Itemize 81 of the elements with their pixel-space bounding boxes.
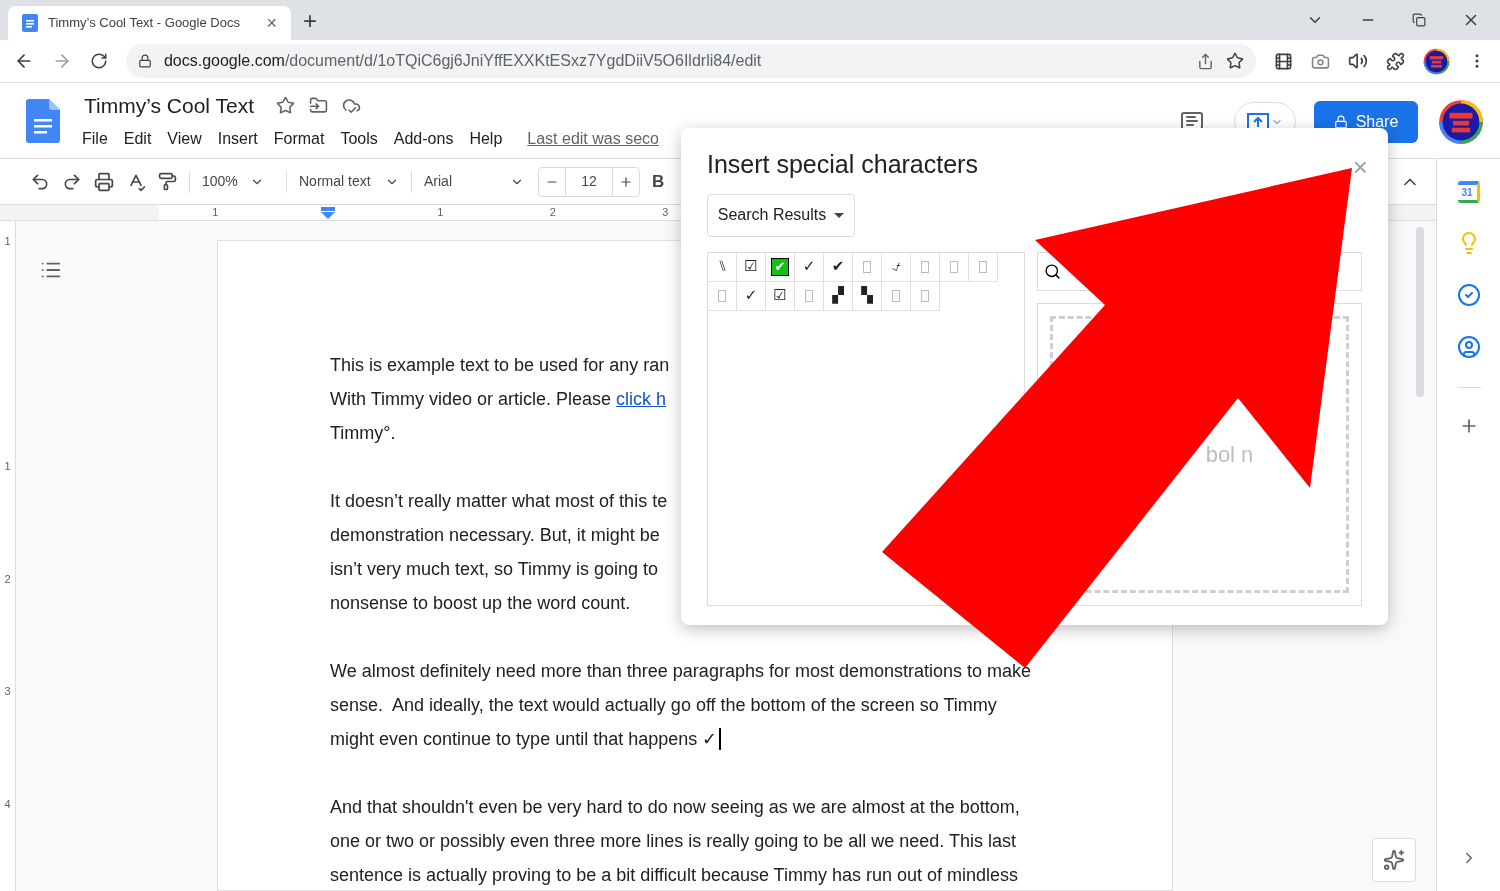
speaker-icon[interactable] — [1348, 51, 1368, 71]
style-dropdown[interactable]: Normal text — [299, 171, 399, 192]
undo-icon[interactable] — [30, 171, 50, 192]
redo-icon[interactable] — [62, 171, 82, 192]
character-tile[interactable]: ✓ — [744, 288, 758, 303]
category-dropdown[interactable]: Search Results — [707, 193, 855, 237]
ruler-number: 1 — [4, 234, 11, 249]
bookmark-star-icon[interactable] — [1226, 52, 1244, 70]
print-icon[interactable] — [94, 171, 114, 192]
ruler-number: 3 — [4, 684, 11, 699]
explore-button[interactable] — [1372, 838, 1416, 882]
docs-tab-icon — [22, 14, 38, 32]
share-page-icon[interactable] — [1197, 52, 1214, 70]
menu-item[interactable]: File — [82, 127, 108, 152]
ruler-number: 1 — [436, 205, 445, 221]
docs-logo-icon[interactable] — [26, 98, 60, 143]
body-text: With Timmy video or article. Please — [330, 387, 613, 411]
bold-button[interactable]: B — [652, 168, 665, 195]
character-tile[interactable]: ⍻ — [892, 259, 900, 274]
browser-tab[interactable]: Timmy’s Cool Text - Google Docs × — [8, 6, 291, 40]
menu-item[interactable]: Add-ons — [393, 127, 454, 152]
extensions-icon[interactable] — [1386, 51, 1405, 71]
ruler-number: 2 — [548, 205, 557, 221]
ruler-number: 1 — [211, 205, 220, 221]
body-text: one or two or possibly even three more lines is really going to be all we need. This last — [330, 829, 1017, 853]
scrollbar-thumb[interactable] — [1416, 227, 1424, 397]
body-text: might even continue to type until that happens ✓ — [330, 727, 718, 751]
search-icon — [1044, 262, 1061, 280]
document-title[interactable]: Timmy’s Cool Text — [84, 89, 254, 122]
zoom-dropdown[interactable]: 100% — [202, 171, 274, 192]
url-text: docs.google.com/document/d/1oTQiC6gj6JniYffEXXKtESxz7YgdDiiV5O6Ildrli84/edit — [163, 51, 763, 71]
menu-item[interactable]: Format — [273, 127, 325, 152]
explore-icon — [1383, 849, 1405, 871]
character-tile[interactable]: ✓ — [802, 259, 816, 274]
contacts-icon[interactable] — [1456, 335, 1481, 359]
text-link[interactable]: click h — [616, 385, 667, 413]
body-text: nonsense to boost up the word count. — [330, 591, 631, 615]
ruler-number: 3 — [661, 205, 670, 221]
restore-icon[interactable] — [1412, 13, 1426, 27]
tab-title: Timmy’s Cool Text - Google Docs — [48, 14, 241, 33]
address-field[interactable]: docs.google.com/document/d/1oTQiC6gj6JniYffEXXKtESxz7YgdDiiV5O6Ildrli84/edit — [125, 44, 1256, 78]
body-text: We almost definitely need more than three paragraphs for most demonstrations to make — [330, 659, 1032, 683]
tab-close-button[interactable]: × — [266, 14, 277, 32]
menu-item[interactable]: Edit — [123, 127, 152, 152]
dialog-title: Insert special characters — [707, 149, 978, 180]
character-tile[interactable]: ▚ — [861, 288, 873, 303]
camera-icon[interactable] — [1311, 51, 1330, 71]
ruler-number: 1 — [4, 459, 11, 474]
font-dropdown[interactable]: Arial — [424, 171, 524, 192]
character-tile[interactable]: ⑊ — [717, 259, 727, 274]
reload-icon[interactable] — [89, 52, 108, 70]
body-text: It doesn’t really matter what most of this te — [330, 489, 668, 513]
body-text: sense. And ideally, the text would actually go off the bottom of the screen so Timmy — [330, 693, 997, 717]
cloud-check-icon[interactable] — [342, 96, 361, 115]
last-edit-link[interactable]: Last edit was seco — [527, 127, 659, 152]
indent-marker-icon[interactable] — [320, 206, 335, 219]
menu-item[interactable]: Help — [469, 127, 503, 152]
body-text: demonstration necessary. But, it might be — [330, 523, 660, 547]
tasks-icon[interactable] — [1456, 283, 1481, 307]
lock-icon — [137, 54, 152, 68]
character-tile[interactable]: ☑ — [744, 259, 758, 274]
character-tile[interactable]: ✔ — [831, 259, 845, 274]
new-tab-button[interactable]: + — [303, 9, 317, 33]
character-tile[interactable]: ☑ — [773, 288, 787, 303]
drawing-hint: bol n — [1205, 440, 1254, 469]
body-text: Timmy°. — [330, 421, 396, 445]
paint-format-icon[interactable] — [158, 172, 177, 191]
body-text: This is example text to be used for any ran — [330, 353, 670, 377]
ruler-number: 4 — [4, 796, 11, 812]
calendar-icon[interactable]: 31 — [1457, 181, 1480, 203]
caret-icon — [834, 212, 845, 218]
star-icon[interactable] — [276, 96, 295, 115]
menu-item[interactable]: Tools — [340, 127, 378, 152]
character-tile[interactable]: ▞ — [832, 288, 844, 303]
menu-item[interactable]: View — [167, 127, 202, 152]
ruler-number: 2 — [4, 571, 11, 587]
menu-item[interactable]: Insert — [217, 127, 258, 152]
body-text: And that shouldn't even be very hard to do now seeing as we are almost at the bottom, — [330, 795, 1020, 819]
body-text: sentence is actually proving to be a bit difficult because Timmy has run out of mindless — [330, 863, 1019, 887]
move-folder-icon[interactable] — [309, 96, 328, 115]
body-text: isn’t very much text, so Timmy is going to — [330, 557, 659, 581]
